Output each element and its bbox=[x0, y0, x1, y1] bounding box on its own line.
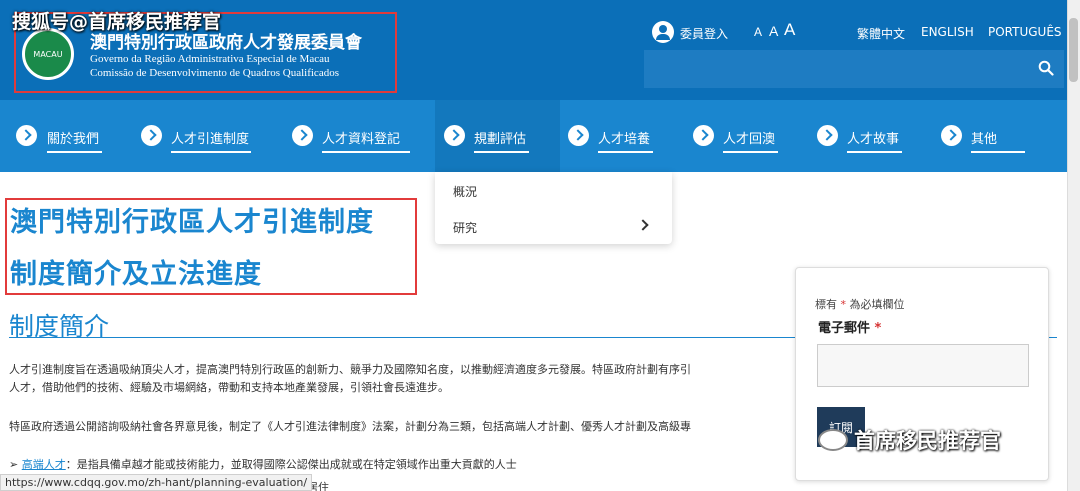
email-field-label: 電子郵件 * bbox=[818, 317, 881, 336]
nav-underline bbox=[723, 151, 778, 153]
nav-item-talent-system[interactable]: 人才引進制度 bbox=[125, 100, 275, 172]
nav-item-label: 人才培養 bbox=[598, 132, 651, 147]
lang-portuguese[interactable]: PORTUGUÊS bbox=[988, 25, 1062, 39]
paragraph-line: 人才，借助他們的技術、經驗及市場網絡，帶動和支持本地產業發展，引領社會長遠進步。 bbox=[9, 381, 449, 394]
org-name-pt-line2: Comissão de Desenvolvimento de Quadros Q… bbox=[90, 67, 339, 79]
nav-item-label: 人才資料登記 bbox=[322, 132, 401, 147]
required-fields-note: 標有 * 為必填欄位 bbox=[815, 296, 905, 312]
org-name-pt-line1: Governo da Região Administrativa Especia… bbox=[90, 53, 330, 65]
nav-item-talent-return[interactable]: 人才回澳 bbox=[685, 100, 810, 172]
member-login-link[interactable]: 委員登入 bbox=[680, 25, 728, 42]
nav-dropdown-menu: 概況 研究 bbox=[435, 172, 672, 244]
arrow-right-icon bbox=[141, 125, 162, 146]
nav-underline bbox=[171, 151, 251, 153]
main-nav: 關於我們 人才引進制度 人才資料登記 規劃評估 人才培養 人才回澳 人才故事 其… bbox=[0, 100, 1080, 172]
arrow-right-icon bbox=[568, 125, 589, 146]
emblem-text: MACAU bbox=[33, 49, 63, 59]
required-note-prefix: 標有 bbox=[815, 298, 837, 311]
arrow-right-icon bbox=[292, 125, 313, 146]
dropdown-item-overview[interactable]: 概況 bbox=[453, 183, 477, 200]
scrollbar-thumb[interactable] bbox=[1069, 18, 1078, 82]
page: MACAU 澳門特別行政區政府人才發展委員會 Governo da Região… bbox=[0, 0, 1080, 491]
site-header: MACAU 澳門特別行政區政府人才發展委員會 Governo da Região… bbox=[0, 0, 1080, 100]
required-star: * bbox=[874, 321, 882, 336]
nav-item-talent-registration[interactable]: 人才資料登記 bbox=[275, 100, 435, 172]
required-star: * bbox=[840, 298, 847, 311]
chevron-right-icon[interactable] bbox=[637, 219, 649, 231]
bullet-text: ：是指具備卓越才能或技術能力，並取得國際公認傑出成就或在特定領域作出重大貢獻的人… bbox=[65, 458, 517, 471]
paragraph-line: 人才引進制度旨在透過吸納頂尖人才，提高澳門特別行政區的創新力、競爭力及國際知名度… bbox=[9, 363, 691, 376]
arrow-right-icon bbox=[693, 125, 714, 146]
nav-item-talent-training[interactable]: 人才培養 bbox=[560, 100, 685, 172]
user-icon[interactable] bbox=[652, 21, 674, 43]
nav-underline bbox=[322, 151, 410, 153]
nav-item-label: 規劃評估 bbox=[474, 132, 527, 147]
paragraph-line: 特區政府透過公開諮詢吸納社會各界意見後，制定了《人才引進法律制度》法案，計劃分為… bbox=[9, 420, 691, 433]
nav-item-about[interactable]: 關於我們 bbox=[0, 100, 125, 172]
page-title: 澳門特別行政區人才引進制度 bbox=[10, 207, 374, 238]
page-subtitle: 制度簡介及立法進度 bbox=[10, 259, 262, 290]
watermark-top: 搜狐号@首席移民推荐官 bbox=[12, 11, 222, 33]
watermark-bottom: 首席移民推荐官 bbox=[818, 425, 1001, 455]
arrow-right-icon bbox=[16, 125, 37, 146]
font-size-small-button[interactable]: A bbox=[754, 25, 762, 39]
nav-item-label: 關於我們 bbox=[47, 132, 100, 147]
watermark-bottom-text: 首席移民推荐官 bbox=[854, 429, 1001, 453]
dropdown-item-research[interactable]: 研究 bbox=[453, 219, 477, 236]
nav-underline bbox=[598, 151, 653, 153]
wechat-icon bbox=[818, 429, 848, 451]
nav-item-planning-evaluation[interactable]: 規劃評估 bbox=[435, 100, 560, 172]
email-field[interactable] bbox=[817, 344, 1029, 387]
font-size-large-button[interactable]: A bbox=[784, 20, 795, 40]
search-icon[interactable] bbox=[1038, 60, 1054, 76]
high-end-talent-link[interactable]: 高端人才 bbox=[22, 458, 66, 471]
nav-item-other[interactable]: 其他 bbox=[935, 100, 1067, 172]
lang-traditional-chinese[interactable]: 繁體中文 bbox=[857, 25, 905, 42]
bullet-arrow-icon: ➢ bbox=[9, 458, 19, 471]
search-input[interactable] bbox=[644, 50, 1064, 88]
email-label-text: 電子郵件 bbox=[818, 321, 871, 336]
required-note-suffix: 為必填欄位 bbox=[849, 298, 905, 311]
nav-item-talent-stories[interactable]: 人才故事 bbox=[810, 100, 935, 172]
arrow-right-icon bbox=[817, 125, 838, 146]
arrow-right-icon bbox=[941, 125, 962, 146]
arrow-right-icon bbox=[444, 125, 465, 146]
lang-english[interactable]: ENGLISH bbox=[921, 25, 974, 39]
browser-status-url: https://www.cdqq.gov.mo/zh-hant/planning… bbox=[0, 474, 313, 491]
nav-underline bbox=[47, 151, 102, 153]
nav-item-label: 人才回澳 bbox=[723, 132, 776, 147]
nav-underline bbox=[971, 151, 1025, 153]
bullet-item-high-end-talent: ➢ 高端人才：是指具備卓越才能或技術能力，並取得國際公認傑出成就或在特定領域作出… bbox=[9, 456, 517, 472]
macau-emblem-logo[interactable]: MACAU bbox=[22, 28, 74, 80]
nav-item-label: 其他 bbox=[971, 132, 998, 147]
nav-item-label: 人才故事 bbox=[847, 132, 900, 147]
nav-item-label: 人才引進制度 bbox=[171, 132, 250, 147]
nav-underline bbox=[847, 151, 902, 153]
font-size-medium-button[interactable]: A bbox=[769, 23, 778, 39]
nav-underline bbox=[474, 151, 529, 153]
